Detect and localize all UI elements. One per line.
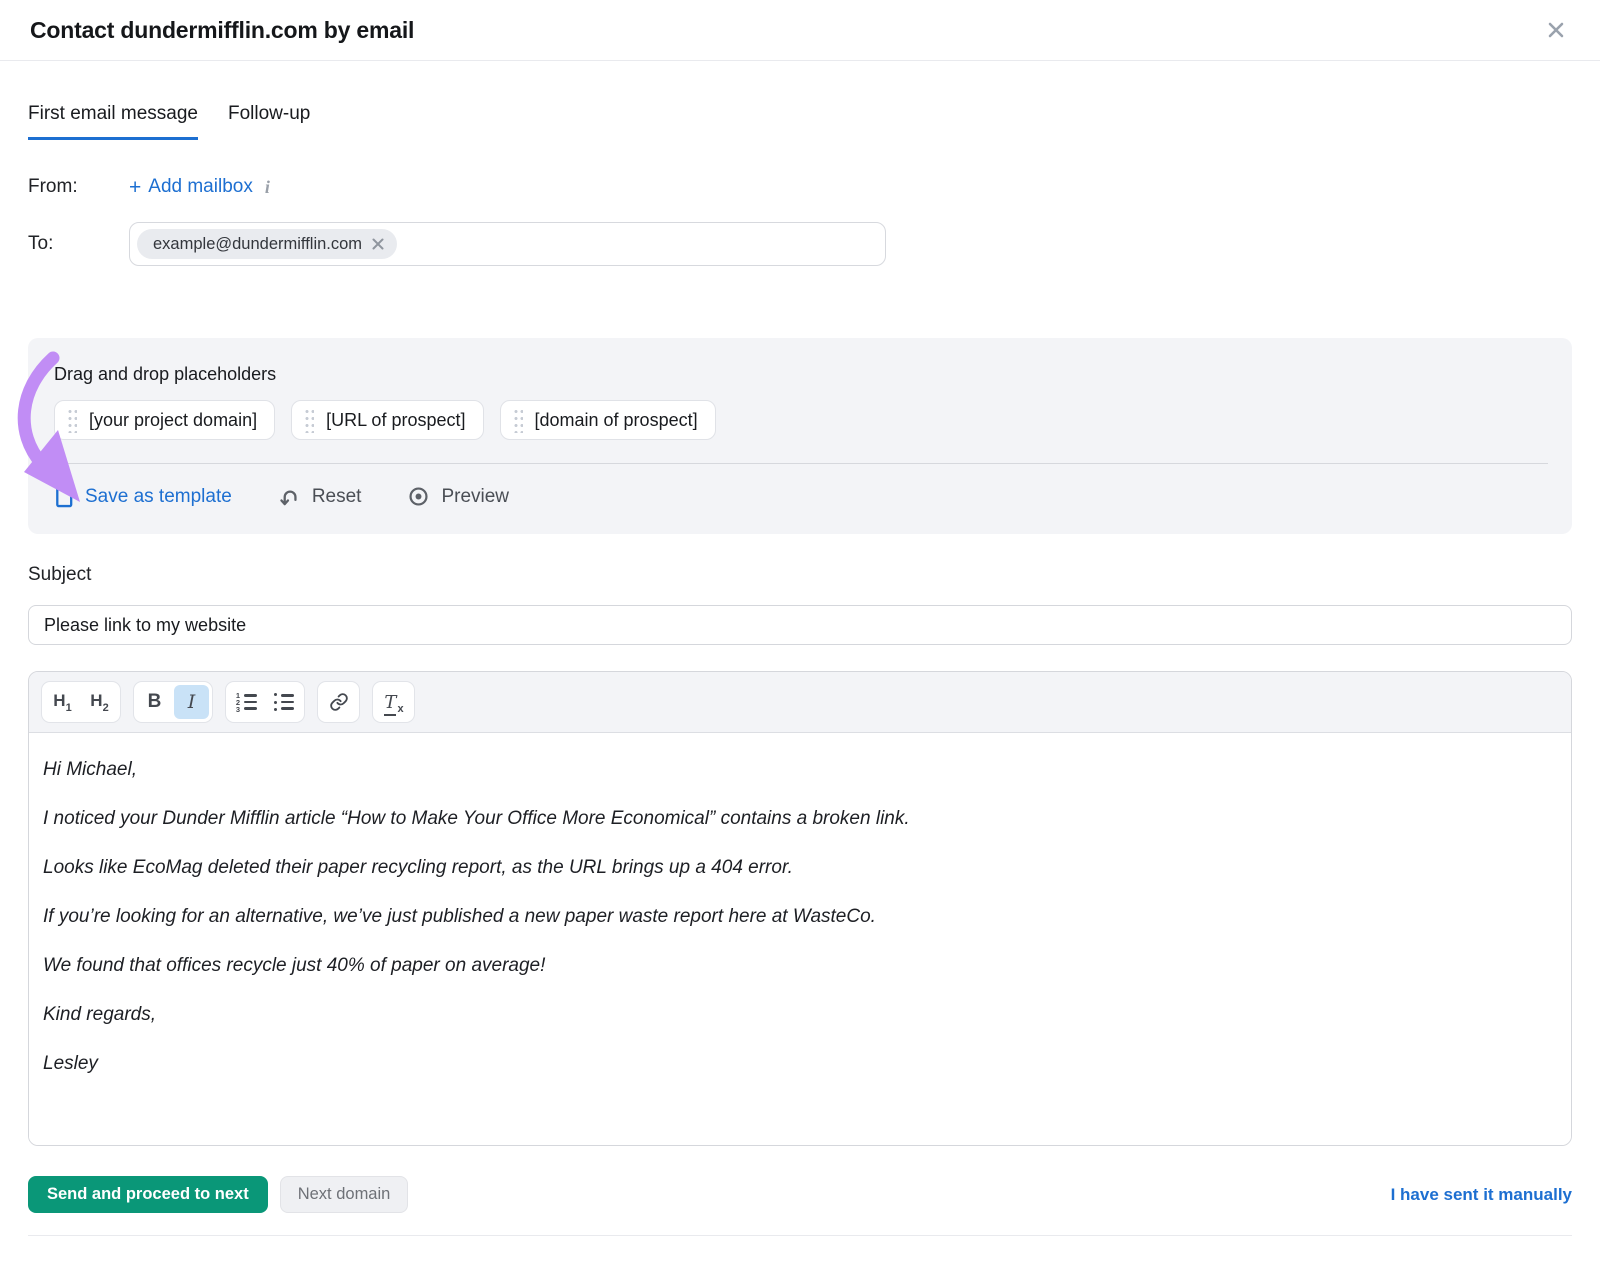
placeholder-chip-url-of-prospect[interactable]: [URL of prospect] <box>291 400 483 440</box>
insert-link-button[interactable] <box>321 685 356 719</box>
drag-handle-icon <box>67 407 77 433</box>
send-and-proceed-button[interactable]: Send and proceed to next <box>28 1176 268 1213</box>
email-body-paragraph: I noticed your Dunder Mifflin article “H… <box>43 805 1556 832</box>
tab-follow-up[interactable]: Follow-up <box>228 103 310 140</box>
editor-toolbar: H1 H2 B I 1 2 <box>29 672 1571 733</box>
heading2-button[interactable]: H2 <box>82 685 117 719</box>
email-body-paragraph: Lesley <box>43 1050 1556 1077</box>
subject-label: Subject <box>28 564 1572 586</box>
style-group: B I <box>133 681 213 723</box>
close-icon[interactable] <box>1542 16 1570 44</box>
link-icon <box>329 692 349 712</box>
placeholder-chips: [your project domain] [URL of prospect] … <box>54 400 1548 440</box>
page-title: Contact dundermifflin.com by email <box>30 17 414 44</box>
placeholders-title: Drag and drop placeholders <box>54 364 1548 385</box>
link-group <box>317 681 360 723</box>
heading-group: H1 H2 <box>41 681 121 723</box>
preview-button[interactable]: Preview <box>407 485 509 508</box>
to-label: To: <box>28 233 129 255</box>
email-body-paragraph: Looks like EcoMag deleted their paper re… <box>43 854 1556 881</box>
reset-button[interactable]: Reset <box>278 485 362 508</box>
drag-handle-icon <box>304 407 314 433</box>
heading1-button[interactable]: H1 <box>45 685 80 719</box>
to-input[interactable]: example@dundermifflin.com <box>129 222 886 266</box>
subject-input[interactable] <box>28 605 1572 645</box>
eye-icon <box>407 485 430 508</box>
placeholder-chip-domain-of-prospect[interactable]: [domain of prospect] <box>500 400 716 440</box>
sent-manually-link[interactable]: I have sent it manually <box>1391 1185 1572 1205</box>
document-icon <box>54 485 74 508</box>
email-editor: H1 H2 B I 1 2 <box>28 671 1572 1146</box>
clear-format-group: Tx <box>372 681 415 723</box>
modal-header: Contact dundermifflin.com by email <box>0 0 1600 61</box>
drag-handle-icon <box>513 407 523 433</box>
save-as-template-button[interactable]: Save as template <box>54 485 232 508</box>
next-domain-button[interactable]: Next domain <box>280 1176 409 1213</box>
footer-actions: Send and proceed to next Next domain I h… <box>28 1176 1572 1213</box>
add-mailbox-label: Add mailbox <box>148 176 253 198</box>
clear-formatting-button[interactable]: Tx <box>376 685 411 719</box>
panel-actions: Save as template Reset Preview <box>54 485 1548 508</box>
panel-divider <box>54 463 1548 464</box>
email-body-paragraph: We found that offices recycle just 40% o… <box>43 952 1556 979</box>
info-icon[interactable]: i <box>265 177 270 198</box>
remove-recipient-icon[interactable] <box>371 237 385 251</box>
to-row: To: example@dundermifflin.com <box>28 222 1572 266</box>
ordered-list-button[interactable]: 1 2 3 <box>229 685 264 719</box>
email-body-paragraph: If you’re looking for an alternative, we… <box>43 903 1556 930</box>
email-body-paragraph: Kind regards, <box>43 1001 1556 1028</box>
bold-button[interactable]: B <box>137 685 172 719</box>
recipient-email: example@dundermifflin.com <box>153 235 362 254</box>
undo-icon <box>278 485 301 508</box>
from-label: From: <box>28 176 129 198</box>
from-row: From: + Add mailbox i <box>28 176 1572 198</box>
tab-first-email-message[interactable]: First email message <box>28 103 198 140</box>
italic-button[interactable]: I <box>174 685 209 719</box>
ordered-list-icon: 1 2 3 <box>236 692 257 713</box>
placeholders-panel: Drag and drop placeholders [your project… <box>28 338 1572 534</box>
recipient-chip: example@dundermifflin.com <box>137 229 397 259</box>
bullet-list-icon <box>274 693 294 711</box>
clear-formatting-icon: Tx <box>384 692 402 713</box>
list-group: 1 2 3 <box>225 681 305 723</box>
plus-icon: + <box>129 177 141 198</box>
email-body-paragraph: Hi Michael, <box>43 756 1556 783</box>
email-tabs: First email message Follow-up <box>28 103 1572 140</box>
bullet-list-button[interactable] <box>266 685 301 719</box>
placeholder-chip-project-domain[interactable]: [your project domain] <box>54 400 275 440</box>
bottom-divider <box>28 1235 1572 1236</box>
add-mailbox-button[interactable]: + Add mailbox <box>129 176 253 198</box>
email-body[interactable]: Hi Michael, I noticed your Dunder Miffli… <box>29 733 1571 1145</box>
